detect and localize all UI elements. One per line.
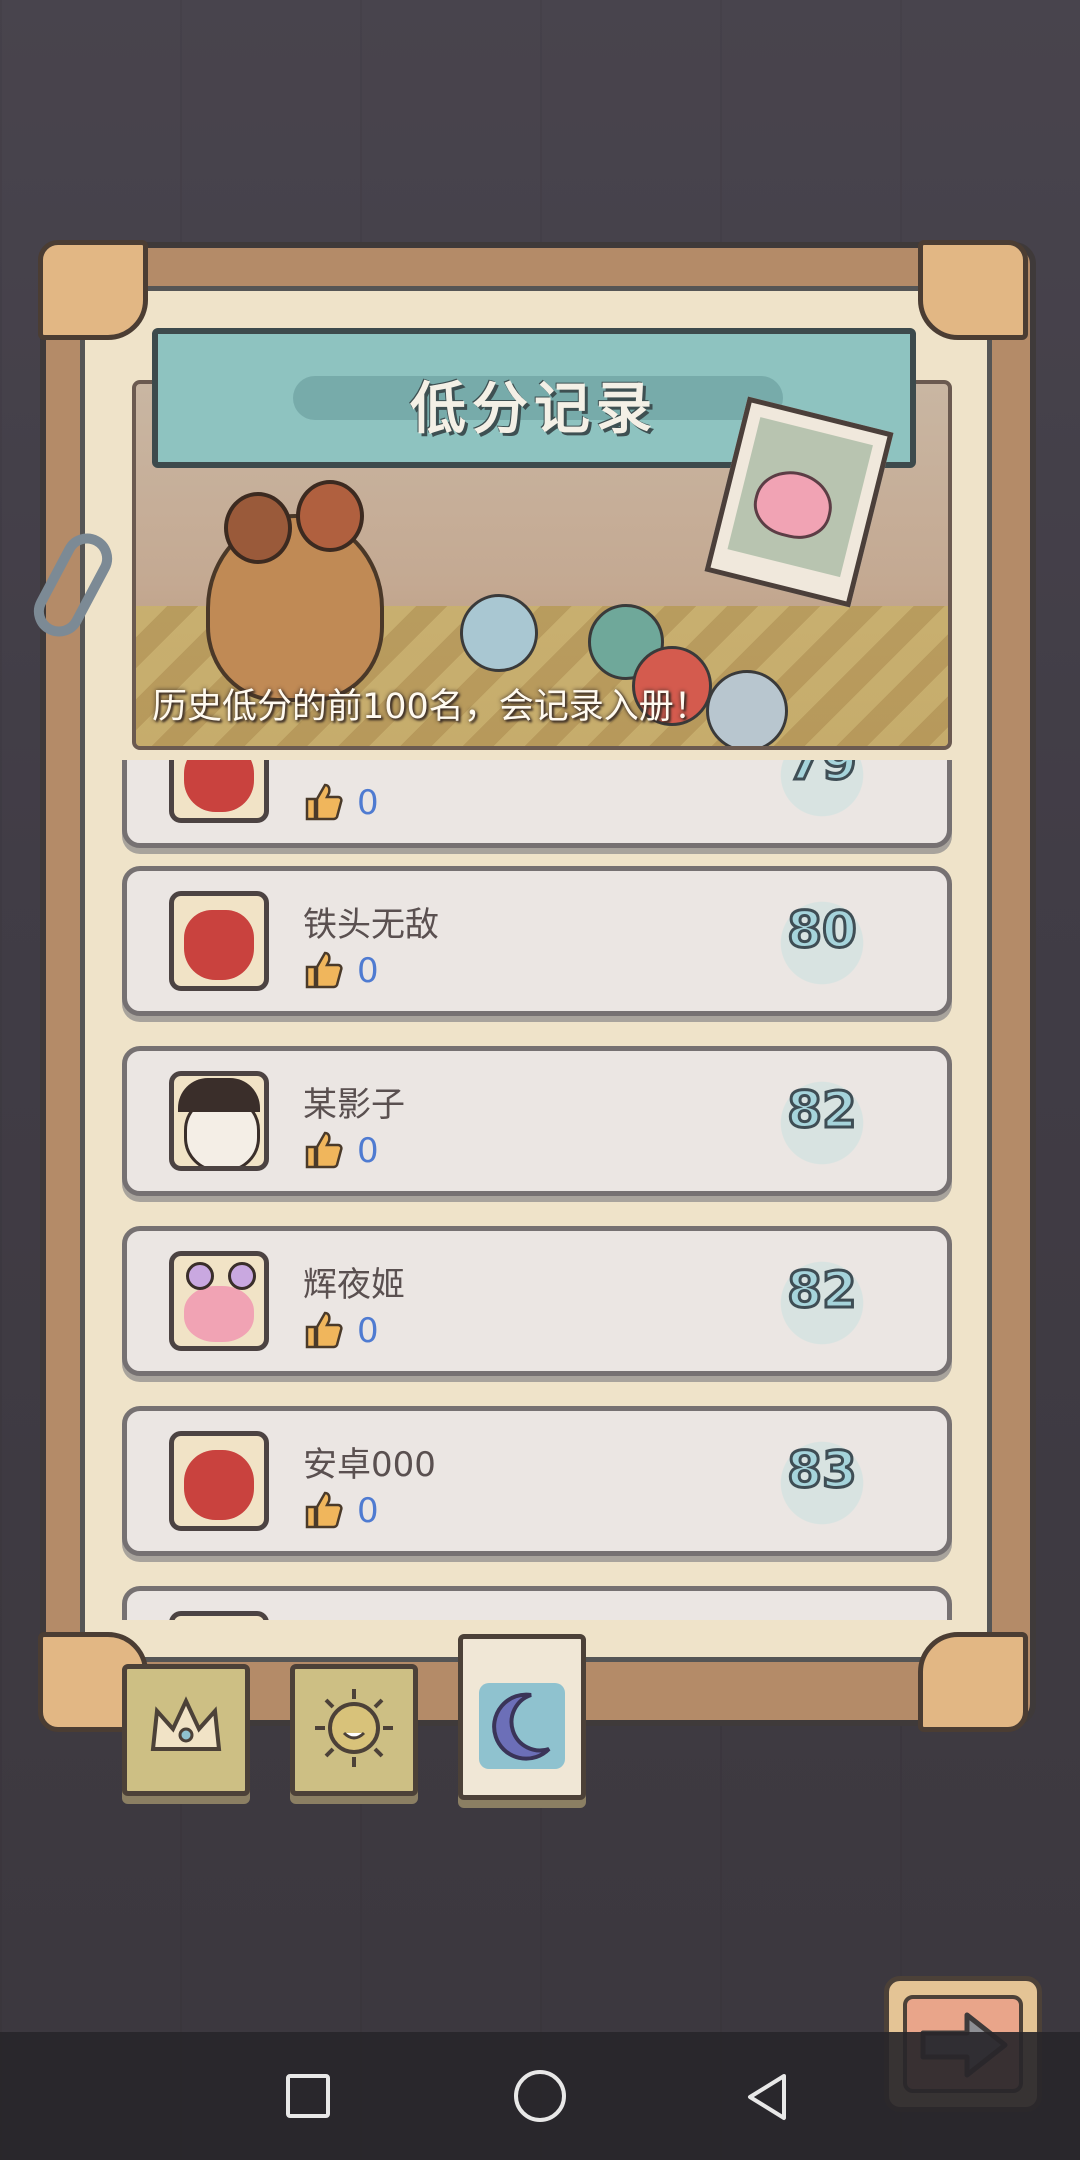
score-value: 80 (786, 900, 859, 961)
score-badge (767, 1613, 877, 1620)
like-count: 0 (357, 951, 379, 991)
tab-daily[interactable] (290, 1664, 418, 1796)
score-value: 82 (786, 1260, 859, 1321)
avatar (169, 1071, 269, 1171)
list-item[interactable] (122, 1586, 952, 1620)
avatar (169, 1251, 269, 1351)
tab-high-score[interactable] (122, 1664, 250, 1796)
banner-caption: 历史低分的前100名，会记录入册！ (152, 687, 709, 727)
list-item[interactable]: 辉夜姬 0 82 (122, 1226, 952, 1376)
list-item[interactable]: 0 79 (122, 760, 952, 848)
ranking-list[interactable]: 0 79 铁头无敌 0 80 某影子 0 82 辉夜姬 0 82 安卓000 0… (122, 760, 952, 1620)
thumbs-up-icon[interactable] (303, 1489, 343, 1531)
back-button[interactable] (744, 2072, 792, 2122)
avatar (169, 891, 269, 991)
thumbs-up-icon[interactable] (303, 1129, 343, 1171)
score-value: 83 (786, 1440, 859, 1501)
player-name: 安卓000 (303, 1445, 436, 1485)
character-head (224, 492, 292, 564)
tab-low-score[interactable] (458, 1634, 586, 1800)
list-item[interactable]: 安卓000 0 83 (122, 1406, 952, 1556)
like-count: 0 (357, 1491, 379, 1531)
corner-bracket (918, 240, 1028, 340)
like-count: 0 (357, 1131, 379, 1171)
like-count: 0 (357, 783, 379, 823)
avatar (169, 1431, 269, 1531)
crown-icon (150, 1696, 222, 1751)
sun-face-icon (315, 1689, 393, 1767)
list-item[interactable]: 铁头无敌 0 80 (122, 866, 952, 1016)
corner-bracket (38, 240, 148, 340)
score-value: 82 (786, 1080, 859, 1141)
character-head (296, 480, 364, 552)
home-button[interactable] (514, 2070, 566, 2122)
ball (706, 670, 788, 746)
player-name: 某影子 (303, 1085, 405, 1125)
list-item[interactable]: 某影子 0 82 (122, 1046, 952, 1196)
recents-button[interactable] (286, 2074, 330, 2118)
thumbs-up-icon[interactable] (303, 1309, 343, 1351)
avatar (169, 760, 269, 823)
like-count: 0 (357, 1311, 379, 1351)
avatar (169, 1611, 269, 1620)
corner-bracket (918, 1632, 1028, 1732)
score-value: 79 (786, 760, 859, 793)
moon-icon (479, 1683, 565, 1769)
thumbs-up-icon (305, 783, 343, 821)
thumbs-up-icon[interactable] (303, 949, 343, 991)
player-name: 辉夜姬 (303, 1265, 405, 1305)
player-name: 铁头无敌 (303, 905, 439, 945)
ball (460, 594, 538, 672)
